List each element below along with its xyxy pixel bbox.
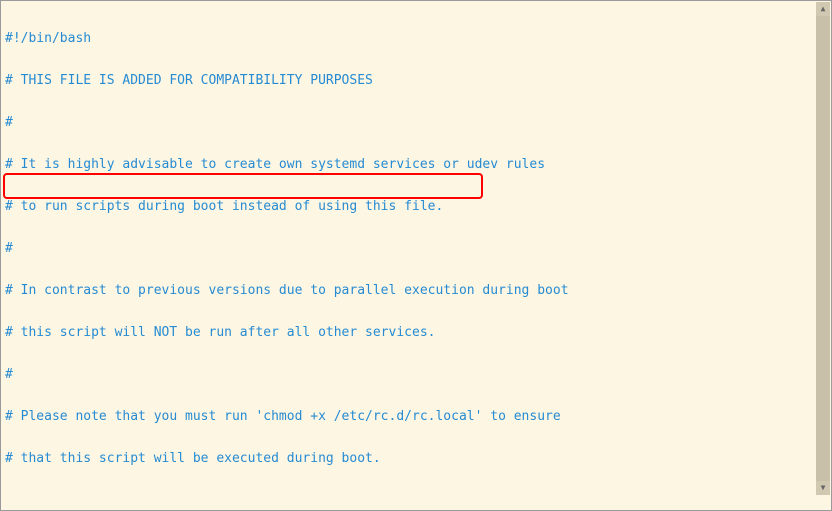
comment-line: # THIS FILE IS ADDED FOR COMPATIBILITY P…: [5, 73, 373, 88]
vertical-scrollbar[interactable]: ▲ ▼: [816, 2, 830, 495]
comment-line: # that this script will be executed duri…: [5, 451, 381, 466]
blank-line: [5, 494, 827, 508]
scroll-down-button[interactable]: ▼: [816, 481, 830, 495]
editor-area[interactable]: #!/bin/bash # THIS FILE IS ADDED FOR COM…: [1, 1, 831, 511]
comment-line: #: [5, 115, 13, 130]
comment-line: #: [5, 241, 13, 256]
scroll-thumb[interactable]: [816, 16, 830, 481]
comment-line: # It is highly advisable to create own s…: [5, 157, 545, 172]
comment-line: #: [5, 367, 13, 382]
shebang-line: #!/bin/bash: [5, 31, 91, 46]
terminal-window: #!/bin/bash # THIS FILE IS ADDED FOR COM…: [0, 0, 832, 511]
comment-line: # In contrast to previous versions due t…: [5, 283, 569, 298]
scroll-up-button[interactable]: ▲: [816, 2, 830, 16]
comment-line: # Please note that you must run 'chmod +…: [5, 409, 561, 424]
comment-line: # to run scripts during boot instead of …: [5, 199, 443, 214]
comment-line: # this script will NOT be run after all …: [5, 325, 435, 340]
highlight-annotation: [3, 173, 483, 199]
